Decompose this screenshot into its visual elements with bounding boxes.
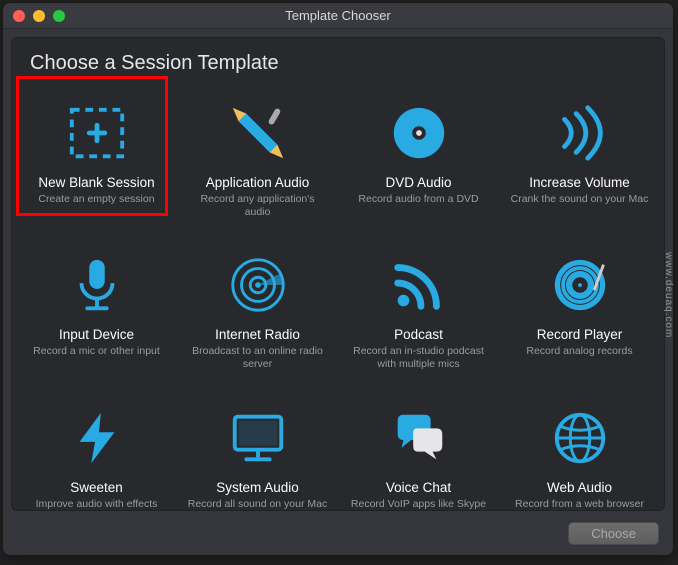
tile-title: Input Device	[59, 327, 134, 342]
tile-title: System Audio	[216, 480, 299, 495]
template-chooser-window: Template Chooser Choose a Session Templa…	[2, 2, 674, 556]
template-tile-new-blank-session[interactable]: New Blank Session Create an empty sessio…	[16, 91, 177, 225]
tile-title: Application Audio	[206, 175, 310, 190]
bolt-icon	[61, 402, 133, 474]
footer: Choose	[3, 511, 673, 555]
choose-button[interactable]: Choose	[568, 522, 659, 545]
template-tile-dvd-audio[interactable]: DVD Audio Record audio from a DVD	[338, 91, 499, 225]
tile-title: Podcast	[394, 327, 443, 342]
window-controls	[3, 10, 65, 22]
microphone-icon	[61, 249, 133, 321]
monitor-icon	[222, 402, 294, 474]
radar-icon	[222, 249, 294, 321]
tile-desc: Record an in-studio podcast with multipl…	[348, 345, 489, 371]
tile-title: Record Player	[537, 327, 623, 342]
template-tile-record-player[interactable]: Record Player Record analog records	[499, 243, 660, 377]
titlebar: Template Chooser	[3, 3, 673, 29]
tile-title: Increase Volume	[529, 175, 630, 190]
tile-title: New Blank Session	[38, 175, 154, 190]
template-tile-application-audio[interactable]: Application Audio Record any application…	[177, 91, 338, 225]
template-tile-internet-radio[interactable]: Internet Radio Broadcast to an online ra…	[177, 243, 338, 377]
template-tile-voice-chat[interactable]: Voice Chat Record VoIP apps like Skype	[338, 396, 499, 512]
globe-icon	[544, 402, 616, 474]
chat-bubbles-icon	[383, 402, 455, 474]
tile-desc: Improve audio with effects	[36, 498, 158, 511]
tile-desc: Record VoIP apps like Skype	[351, 498, 486, 511]
tile-title: Internet Radio	[215, 327, 300, 342]
template-tile-system-audio[interactable]: System Audio Record all sound on your Ma…	[177, 396, 338, 512]
page-title: Choose a Session Template	[16, 52, 660, 85]
blank-session-icon	[61, 97, 133, 169]
content-pane: Choose a Session Template New Blank Sess…	[11, 37, 665, 511]
template-tile-input-device[interactable]: Input Device Record a mic or other input	[16, 243, 177, 377]
tile-desc: Record from a web browser	[515, 498, 644, 511]
template-tile-web-audio[interactable]: Web Audio Record from a web browser	[499, 396, 660, 512]
minimize-icon[interactable]	[33, 10, 45, 22]
tile-desc: Broadcast to an online radio server	[187, 345, 328, 371]
tile-desc: Record audio from a DVD	[358, 193, 478, 206]
tile-title: DVD Audio	[385, 175, 451, 190]
tile-desc: Record all sound on your Mac	[188, 498, 328, 511]
vinyl-icon	[544, 249, 616, 321]
tile-desc: Record any application's audio	[187, 193, 328, 219]
tile-title: Web Audio	[547, 480, 612, 495]
dvd-icon	[383, 97, 455, 169]
zoom-icon[interactable]	[53, 10, 65, 22]
tile-desc: Record a mic or other input	[33, 345, 160, 358]
tile-title: Sweeten	[70, 480, 123, 495]
template-tile-sweeten[interactable]: Sweeten Improve audio with effects	[16, 396, 177, 512]
application-audio-icon	[222, 97, 294, 169]
template-tile-increase-volume[interactable]: Increase Volume Crank the sound on your …	[499, 91, 660, 225]
template-tile-podcast[interactable]: Podcast Record an in-studio podcast with…	[338, 243, 499, 377]
increase-volume-icon	[544, 97, 616, 169]
tile-title: Voice Chat	[386, 480, 451, 495]
tile-desc: Create an empty session	[38, 193, 154, 206]
window-title: Template Chooser	[3, 8, 673, 23]
tile-desc: Record analog records	[526, 345, 632, 358]
rss-icon	[383, 249, 455, 321]
template-grid: New Blank Session Create an empty sessio…	[16, 85, 660, 511]
tile-desc: Crank the sound on your Mac	[511, 193, 649, 206]
close-icon[interactable]	[13, 10, 25, 22]
